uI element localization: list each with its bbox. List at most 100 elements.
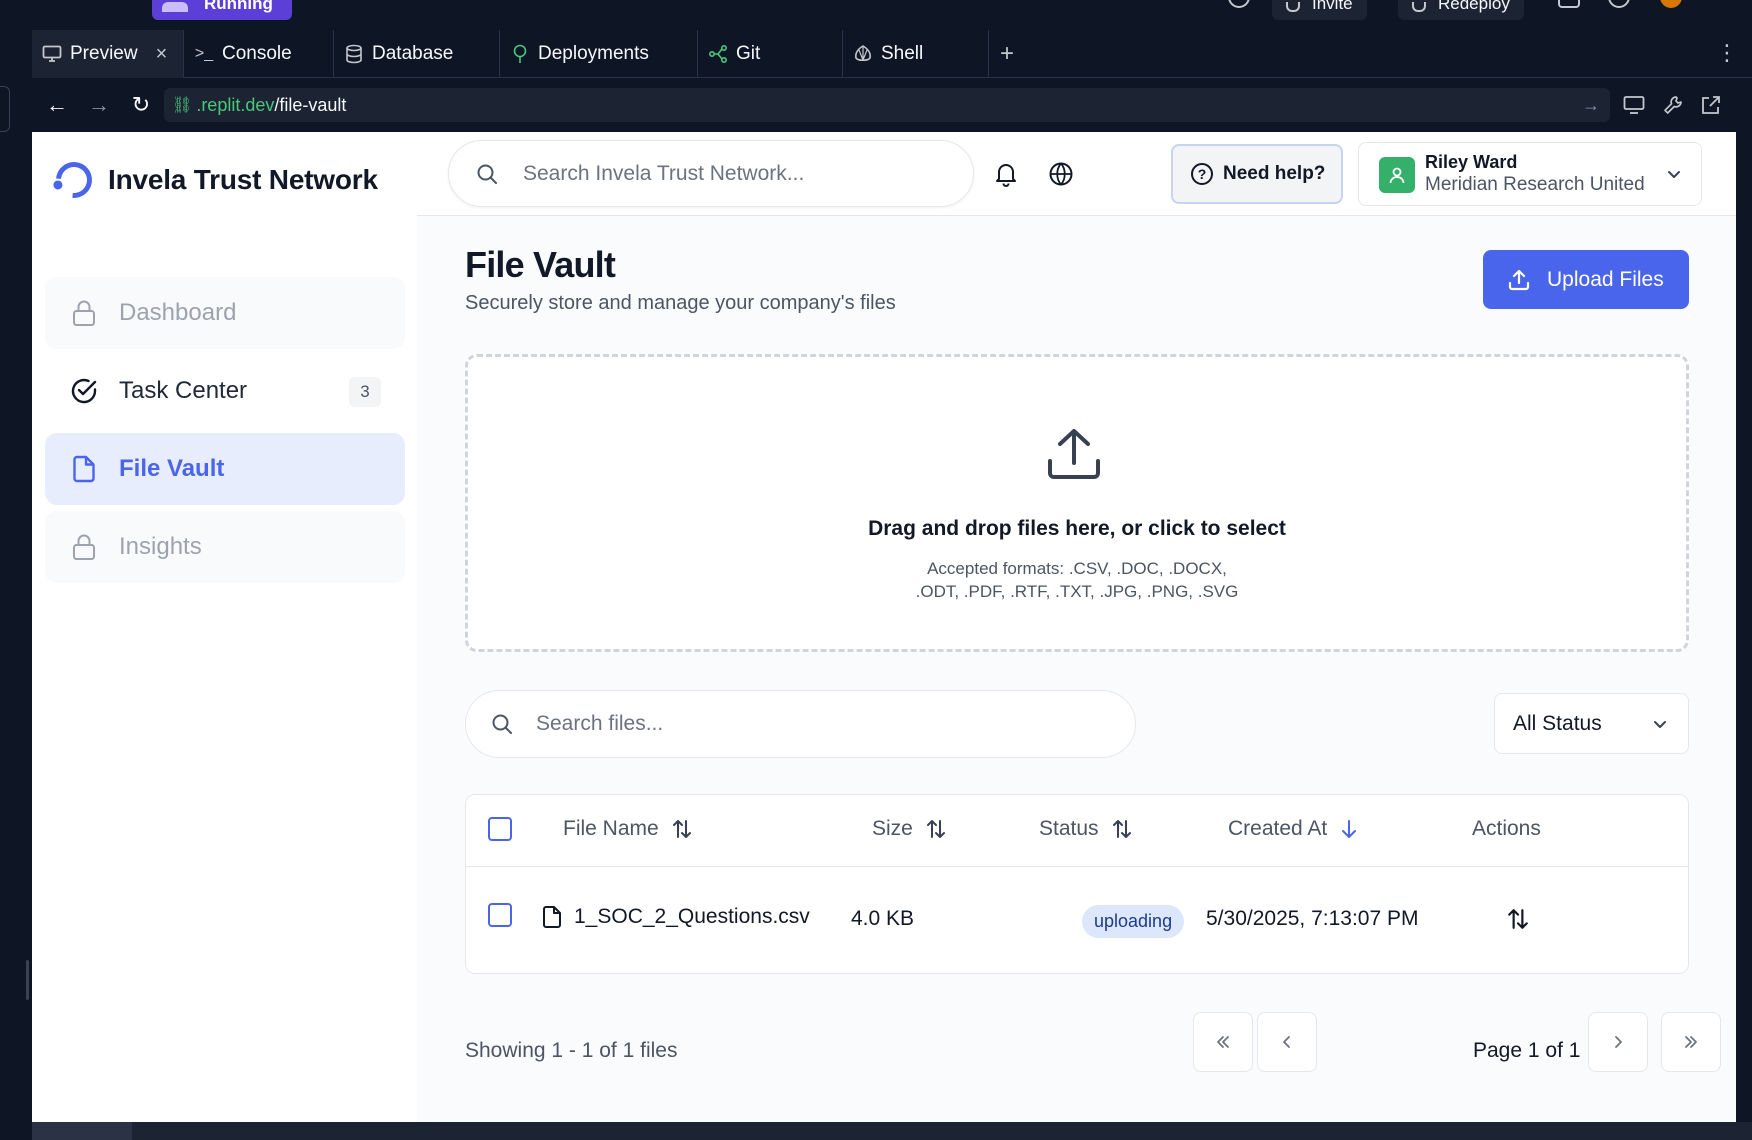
column-actions: Actions	[1472, 817, 1541, 841]
run-status-label: Running	[204, 0, 273, 13]
reload-icon[interactable]: ↻	[128, 92, 154, 118]
url-host: .replit.dev	[196, 94, 275, 115]
need-help-label: Need help?	[1223, 163, 1326, 184]
sidebar-item-insights[interactable]: Insights	[45, 511, 405, 583]
last-page-button[interactable]	[1661, 1012, 1721, 1072]
add-tab-icon[interactable]: +	[1000, 30, 1014, 78]
column-label: Size	[872, 817, 913, 840]
user-menu[interactable]: Riley Ward Meridian Research United	[1358, 142, 1702, 206]
tab-label: Git	[736, 43, 761, 64]
help-circle-icon: ?	[1191, 163, 1213, 185]
need-help-button[interactable]: ? Need help?	[1171, 144, 1343, 204]
file-size: 4.0 KB	[851, 907, 915, 930]
column-status[interactable]: Status	[1039, 817, 1133, 841]
redeploy-label: Redeploy	[1438, 0, 1510, 13]
column-file-name[interactable]: File Name	[563, 817, 693, 841]
url-field[interactable]: ⛓ .replit.dev /file-vault →	[164, 88, 1610, 122]
tab-git[interactable]: Git	[698, 30, 843, 78]
chevron-down-icon	[1650, 714, 1670, 740]
devices-icon[interactable]	[1621, 92, 1647, 118]
tab-database[interactable]: Database	[334, 30, 500, 78]
more-vertical-icon[interactable]: ⋮	[1716, 42, 1738, 64]
database-icon	[344, 44, 364, 64]
tab-preview[interactable]: Preview ×	[32, 30, 184, 78]
main-content: File Vault Securely store and manage you…	[417, 216, 1736, 1122]
file-icon	[69, 454, 99, 484]
dropzone-title: Drag and drop files here, or click to se…	[868, 517, 1286, 540]
globe-icon[interactable]	[1047, 160, 1075, 188]
open-new-tab-icon[interactable]	[1698, 92, 1724, 118]
status-badge: uploading	[1082, 905, 1185, 938]
sidebar-item-label: Task Center	[119, 377, 248, 404]
created-at: 5/30/2025, 7:13:07 PM	[1206, 907, 1419, 930]
select-all-checkbox[interactable]	[488, 817, 512, 841]
devtools-wrench-icon[interactable]	[1660, 92, 1686, 118]
sidebar-nav: Dashboard Task Center 3 File Vault Insig…	[45, 277, 405, 589]
invela-logo-icon	[48, 154, 100, 206]
tab-label: Shell	[881, 43, 924, 64]
sidebar-item-task-center[interactable]: Task Center 3	[45, 355, 405, 427]
shell-icon	[853, 44, 873, 64]
close-icon[interactable]: ×	[156, 43, 168, 66]
table-row[interactable]: 1_SOC_2_Questions.csv 4.0 KB uploading 5…	[466, 867, 1688, 975]
sidebar-item-file-vault[interactable]: File Vault	[45, 433, 405, 505]
run-status-button[interactable]: Running	[152, 0, 292, 20]
layout-icon[interactable]	[1558, 0, 1580, 8]
back-arrow-icon[interactable]: ←	[44, 92, 70, 118]
accepted-formats-line: .ODT, .PDF, .RTF, .TXT, .JPG, .PNG, .SVG	[915, 582, 1239, 601]
upload-files-button[interactable]: Upload Files	[1483, 250, 1689, 309]
lock-icon	[69, 532, 99, 562]
arrow-down-icon	[1339, 818, 1359, 840]
app-viewport: Invela Trust Network Dashboard Task Cent…	[32, 132, 1736, 1122]
previous-page-button[interactable]	[1257, 1012, 1317, 1072]
tab-label: Preview	[70, 43, 138, 64]
preview-url-bar: ← → ↻ ⛓ .replit.dev /file-vault →	[0, 78, 1752, 132]
first-page-button[interactable]	[1193, 1012, 1253, 1072]
deploy-icon	[1412, 2, 1426, 12]
search-icon	[475, 162, 499, 186]
ide-tab-bar: Preview × >_ Console Database Deployment…	[0, 30, 1752, 78]
status-filter-value: All Status	[1513, 711, 1602, 735]
row-checkbox[interactable]	[488, 903, 512, 927]
column-size[interactable]: Size	[872, 817, 947, 841]
row-actions-button[interactable]	[1506, 907, 1530, 931]
file-icon	[542, 905, 562, 929]
user-name: Riley Ward	[1425, 152, 1518, 172]
collapsed-panel-handle[interactable]	[0, 86, 10, 132]
sort-icon	[671, 818, 693, 840]
chevron-left-icon	[1277, 1032, 1297, 1052]
monitor-icon	[42, 44, 62, 64]
go-arrow-icon[interactable]: →	[1582, 95, 1600, 116]
invite-button[interactable]: Invite	[1272, 0, 1367, 20]
global-search-input[interactable]: Search Invela Trust Network...	[448, 140, 974, 207]
sort-icon	[1111, 818, 1133, 840]
search-icon[interactable]	[1228, 0, 1250, 8]
profile-avatar[interactable]	[1660, 0, 1682, 8]
file-dropzone[interactable]: Drag and drop files here, or click to se…	[465, 354, 1689, 652]
file-name: 1_SOC_2_Questions.csv	[574, 905, 810, 928]
bottom-bar-segment	[32, 1122, 132, 1140]
sidebar-item-dashboard[interactable]: Dashboard	[45, 277, 405, 349]
column-created-at[interactable]: Created At	[1228, 817, 1359, 841]
redeploy-button[interactable]: Redeploy	[1398, 0, 1524, 20]
tab-shell[interactable]: Shell	[843, 30, 989, 78]
invite-label: Invite	[1312, 0, 1353, 13]
bell-icon[interactable]	[1608, 0, 1630, 8]
terminal-icon: >_	[194, 45, 214, 62]
resize-handle[interactable]	[26, 960, 29, 1000]
page-subtitle: Securely store and manage your company's…	[465, 292, 896, 314]
files-table: File Name Size Status Created At Actions…	[465, 794, 1689, 974]
file-search-input[interactable]: Search files...	[465, 690, 1136, 758]
column-label: Actions	[1472, 817, 1541, 840]
next-page-button[interactable]	[1588, 1012, 1648, 1072]
forward-arrow-icon[interactable]: →	[86, 92, 112, 118]
brand[interactable]: Invela Trust Network	[48, 154, 378, 206]
tab-console[interactable]: >_ Console	[184, 30, 334, 78]
tab-deployments[interactable]: Deployments	[500, 30, 698, 78]
upload-files-label: Upload Files	[1547, 267, 1664, 291]
url-path: /file-vault	[274, 94, 347, 115]
bell-icon[interactable]	[992, 160, 1020, 188]
status-filter-select[interactable]: All Status	[1494, 693, 1689, 754]
accepted-formats: Accepted formats: .CSV, .DOC, .DOCX, .OD…	[468, 557, 1686, 603]
task-count-badge: 3	[349, 377, 381, 407]
